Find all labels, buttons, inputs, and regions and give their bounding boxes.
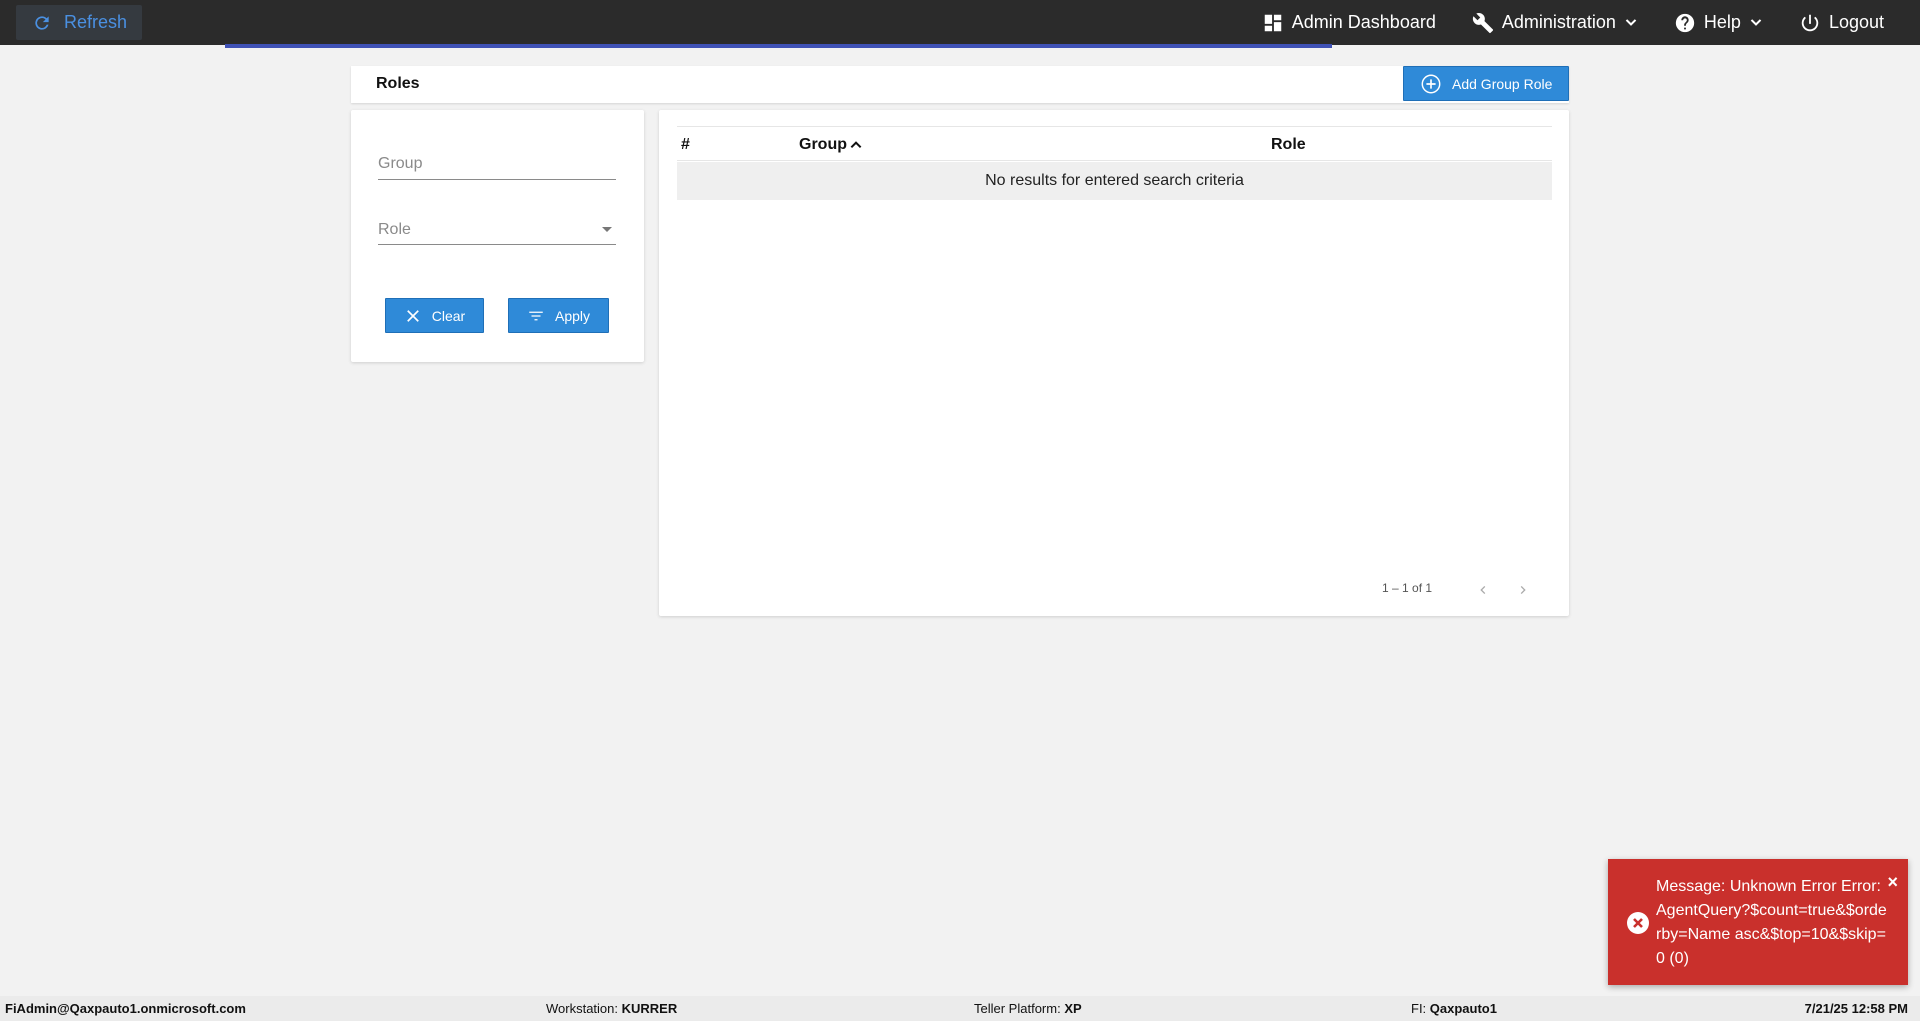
nav-administration[interactable]: Administration — [1472, 12, 1638, 34]
role-select[interactable]: Role — [378, 215, 616, 245]
status-datetime: 7/21/25 12:58 PM — [1805, 1001, 1908, 1016]
error-message: Message: Unknown Error Error: AgentQuery… — [1656, 878, 1887, 967]
filter-panel: Role Clear Apply — [351, 110, 644, 362]
chevron-left-icon — [1480, 586, 1486, 594]
dropdown-arrow-icon — [602, 227, 612, 232]
apply-label: Apply — [554, 307, 591, 324]
nav-administration-label: Administration — [1501, 12, 1616, 32]
previous-page-button[interactable] — [1471, 578, 1495, 602]
results-table-card: # Group Role No results for entered sear… — [659, 110, 1569, 616]
group-input[interactable] — [378, 150, 616, 178]
column-header-number: # — [681, 136, 690, 153]
chevron-down-icon — [1625, 18, 1637, 26]
status-workstation-value: KURRER — [621, 1001, 678, 1016]
empty-results-message: No results for entered search criteria — [985, 172, 1244, 189]
status-workstation-label: Workstation: — [546, 1001, 622, 1016]
power-icon — [1801, 14, 1819, 31]
table-header: # Group Role — [677, 126, 1552, 161]
status-bar: FiAdmin@Qaxpauto1.onmicrosoft.com Workst… — [0, 996, 1920, 1021]
group-field — [378, 150, 616, 180]
dashboard-icon — [1264, 14, 1282, 31]
status-platform-value: XP — [1064, 1001, 1082, 1016]
column-header-role: Role — [1271, 136, 1306, 153]
clear-button[interactable]: Clear — [385, 298, 484, 333]
error-icon — [1627, 912, 1649, 934]
status-fi-label: FI: — [1411, 1001, 1430, 1016]
column-header-group[interactable]: Group — [799, 136, 863, 154]
nav-help[interactable]: Help — [1674, 12, 1763, 34]
refresh-icon — [35, 15, 49, 30]
refresh-label: Refresh — [64, 12, 128, 32]
status-fi: FI: Qaxpauto1 — [1411, 1001, 1497, 1016]
add-group-role-label: Add Group Role — [1452, 75, 1553, 92]
pagination-range: 1 – 1 of 1 — [1382, 581, 1433, 595]
toast-close-button[interactable]: × — [1887, 872, 1898, 893]
add-circle-icon — [1421, 74, 1441, 93]
nav-logout-label: Logout — [1828, 12, 1884, 32]
sort-ascending-icon — [850, 141, 862, 149]
status-user-value: FiAdmin@Qaxpauto1.onmicrosoft.com — [5, 1001, 246, 1016]
next-page-button[interactable] — [1511, 578, 1535, 602]
chevron-down-icon — [1750, 18, 1762, 26]
role-select-placeholder: Role — [378, 220, 411, 238]
status-platform: Teller Platform: XP — [974, 1001, 1082, 1016]
status-user: FiAdmin@Qaxpauto1.onmicrosoft.com — [5, 1001, 246, 1016]
add-group-role-button[interactable]: Add Group Role — [1403, 66, 1569, 101]
status-platform-label: Teller Platform: — [974, 1001, 1065, 1016]
top-bar: Refresh Admin Dashboard Administration H… — [0, 0, 1920, 45]
status-datetime-value: 7/21/25 12:58 PM — [1804, 1001, 1908, 1016]
refresh-button[interactable]: Refresh — [16, 5, 142, 40]
status-fi-value: Qaxpauto1 — [1429, 1001, 1497, 1016]
page-header: Roles — [351, 66, 1569, 103]
error-toast: Message: Unknown Error Error: AgentQuery… — [1608, 859, 1908, 985]
wrench-icon — [1472, 12, 1493, 33]
nav-logout[interactable]: Logout — [1799, 12, 1884, 34]
status-workstation: Workstation: KURRER — [546, 1001, 677, 1016]
filter-icon — [529, 311, 543, 320]
column-header-group-label: Group — [799, 136, 847, 153]
top-nav: Admin Dashboard Administration Help Logo… — [1262, 0, 1920, 45]
nav-admin-dashboard[interactable]: Admin Dashboard — [1262, 12, 1436, 34]
help-icon — [1675, 13, 1695, 32]
chevron-right-icon — [1520, 586, 1526, 594]
apply-button[interactable]: Apply — [508, 298, 609, 333]
nav-admin-dashboard-label: Admin Dashboard — [1291, 12, 1436, 32]
loading-progress-bar — [225, 44, 1332, 48]
empty-results-row: No results for entered search criteria — [677, 162, 1552, 200]
clear-label: Clear — [431, 307, 466, 324]
close-icon — [406, 309, 419, 322]
nav-help-label: Help — [1703, 12, 1741, 32]
page-title: Roles — [376, 75, 420, 92]
